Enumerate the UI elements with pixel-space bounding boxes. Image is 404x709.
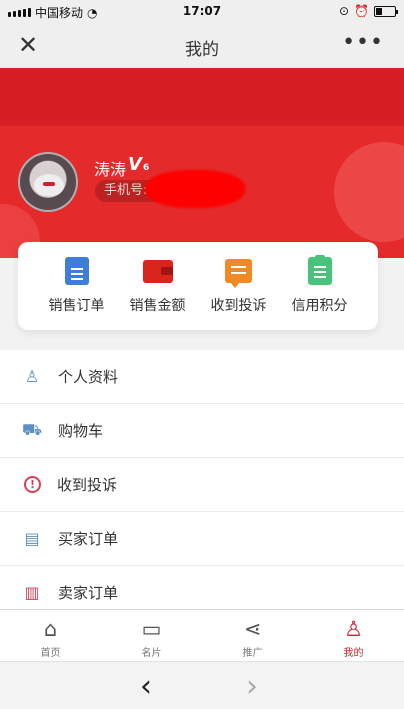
menu-item-buyer-orders[interactable]: ▤ 买家订单 <box>0 512 404 566</box>
tab-card[interactable]: ▭ 名片 <box>101 610 202 661</box>
document-icon <box>64 257 89 285</box>
user-icon: ♙ <box>24 367 40 386</box>
tab-label: 我的 <box>343 648 364 659</box>
more-icon[interactable]: ••• <box>342 30 384 55</box>
tab-label: 首页 <box>40 648 61 659</box>
user-name: 涛涛 <box>94 160 127 179</box>
tab-label: 推广 <box>242 648 263 659</box>
back-icon[interactable]: ‹ <box>140 669 152 704</box>
menu-label: 个人资料 <box>58 368 119 386</box>
quick-actions-card: 销售订单 销售金额 收到投诉 信用积分 <box>18 242 378 330</box>
menu-item-seller-orders[interactable]: ▥ 卖家订单 <box>0 566 404 609</box>
credit-points-button[interactable]: 信用积分 <box>279 242 360 330</box>
menu-item-complaints[interactable]: ! 收到投诉 <box>0 458 404 512</box>
user-icon: ♙ <box>344 617 363 641</box>
status-bar: 中国移动 ◔ 17:07 ⊙ ⏰ <box>0 0 404 22</box>
title-bar: ✕ 我的 ••• <box>0 22 404 68</box>
sales-amount-label: 销售金额 <box>129 298 186 314</box>
clipboard-icon: ▤ <box>24 529 40 548</box>
menu-label: 卖家订单 <box>58 584 119 602</box>
bottom-tab-bar: ⌂ 首页 ▭ 名片 ⋖ 推广 ♙ 我的 <box>0 609 404 661</box>
alarm-icon: ⏰ <box>354 4 369 18</box>
warning-icon: ! <box>24 476 41 493</box>
avatar[interactable] <box>18 152 78 212</box>
rotation-lock-icon: ⊙ <box>338 4 350 18</box>
menu-item-cart[interactable]: ⛟ 购物车 <box>0 404 404 458</box>
profile-menu: ♙ 个人资料 ⛟ 购物车 ! 收到投诉 ▤ 买家订单 ▥ 卖家订单 <box>0 350 404 609</box>
profile-header: 涛涛 V6 手机号:15 <box>0 68 404 258</box>
decorative-circle <box>334 142 404 242</box>
wallet-icon <box>142 260 173 283</box>
card-icon: ▭ <box>141 617 162 641</box>
status-icons: ⊙ ⏰ <box>338 4 398 18</box>
tab-share[interactable]: ⋖ 推广 <box>202 610 303 661</box>
menu-item-profile[interactable]: ♙ 个人资料 <box>0 350 404 404</box>
share-icon: ⋖ <box>243 617 262 641</box>
tab-home[interactable]: ⌂ 首页 <box>0 610 101 661</box>
sales-amount-button[interactable]: 销售金额 <box>117 242 198 330</box>
vip-level: 6 <box>142 163 150 173</box>
sales-orders-label: 销售订单 <box>48 298 105 314</box>
browser-navigation: ‹ › <box>0 661 404 709</box>
chat-icon <box>225 259 252 288</box>
tab-mine[interactable]: ♙ 我的 <box>303 610 404 661</box>
privacy-blur <box>145 170 245 208</box>
menu-label: 买家订单 <box>58 530 119 548</box>
forward-icon[interactable]: › <box>246 669 258 704</box>
menu-label: 购物车 <box>58 422 104 440</box>
battery-icon <box>374 5 398 17</box>
header-band <box>0 68 404 126</box>
credit-points-label: 信用积分 <box>291 298 348 314</box>
order-icon: ▥ <box>24 583 40 602</box>
menu-label: 收到投诉 <box>57 476 118 494</box>
vip-badge: V6 <box>128 154 150 175</box>
received-complaints-label: 收到投诉 <box>210 298 267 314</box>
cart-icon: ⛟ <box>22 420 43 439</box>
clipboard-icon <box>307 255 332 285</box>
sales-orders-button[interactable]: 销售订单 <box>36 242 117 330</box>
home-icon: ⌂ <box>43 617 58 641</box>
tab-label: 名片 <box>141 648 162 659</box>
received-complaints-button[interactable]: 收到投诉 <box>198 242 279 330</box>
